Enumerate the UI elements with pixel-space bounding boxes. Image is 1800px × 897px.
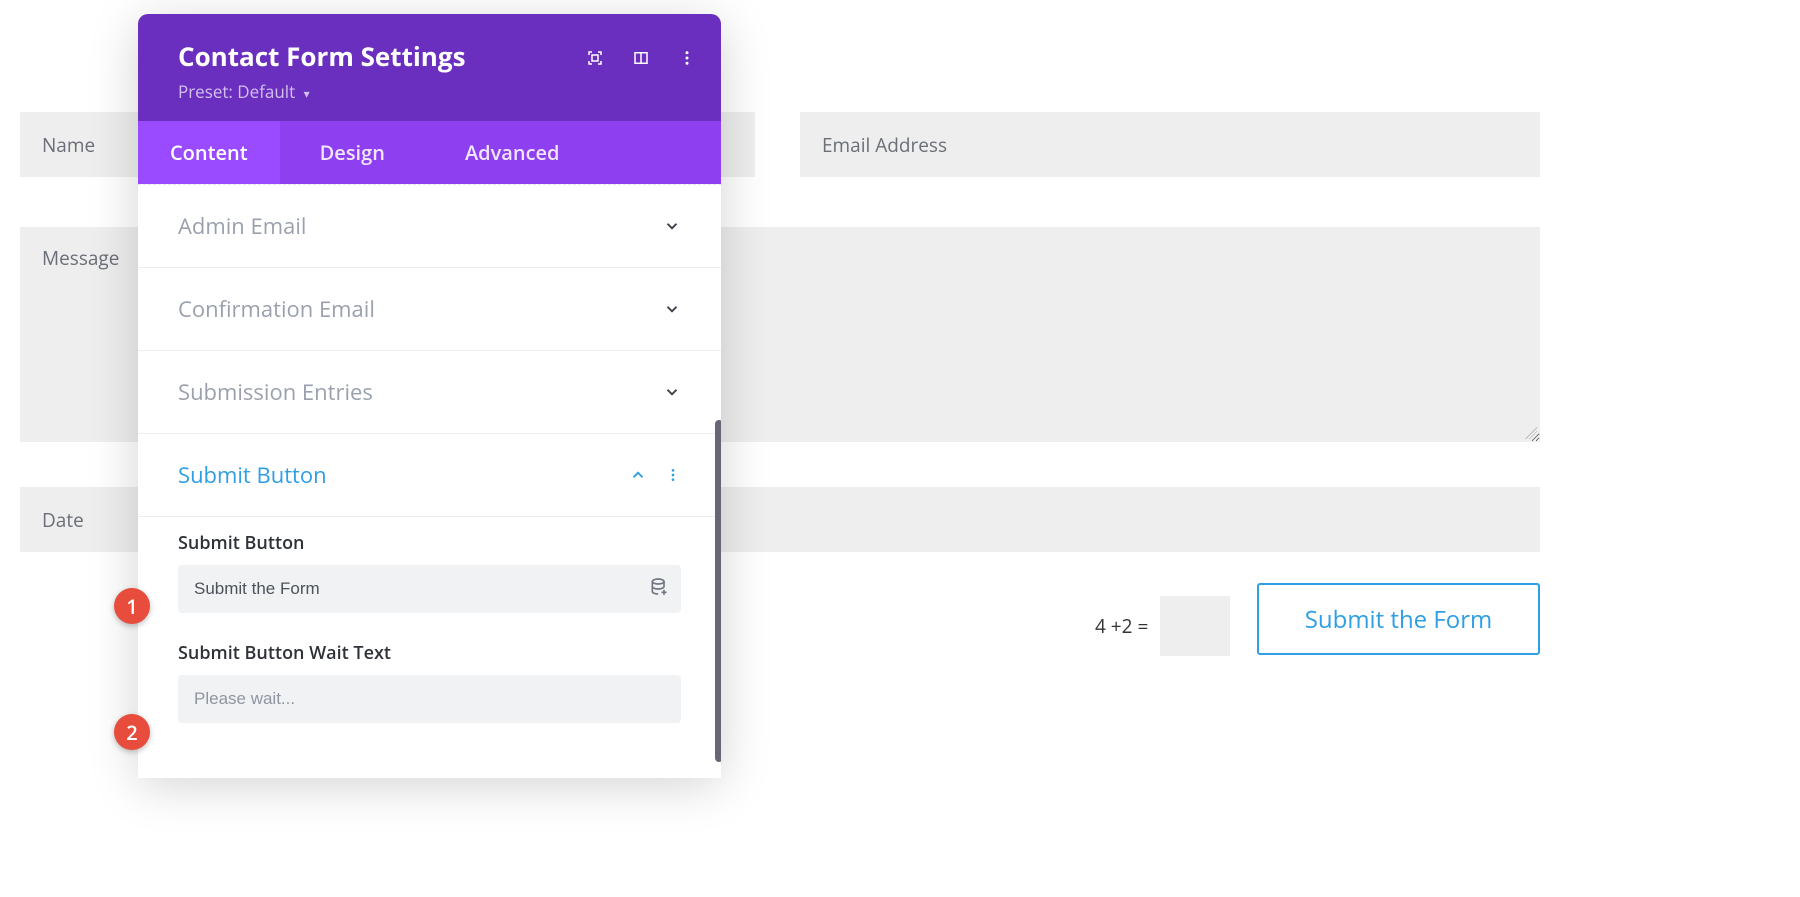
callout-1-number: 1 — [126, 593, 137, 620]
tab-advanced[interactable]: Advanced — [425, 121, 592, 184]
submit-button-fields: Submit Button Submit Button Wait Text — [138, 531, 721, 747]
expand-icon[interactable] — [585, 48, 605, 68]
chevron-up-icon — [629, 466, 647, 484]
section-confirmation-email-label: Confirmation Email — [178, 294, 375, 324]
more-vertical-icon[interactable] — [677, 48, 697, 68]
section-submit-button-label: Submit Button — [178, 460, 327, 490]
dynamic-content-icon[interactable] — [649, 577, 669, 602]
chevron-down-icon — [663, 300, 681, 318]
preset-label: Preset: Default — [178, 80, 295, 103]
chevron-down-icon — [663, 383, 681, 401]
tab-design[interactable]: Design — [280, 121, 425, 184]
panel-header: Contact Form Settings Preset: Default ▾ — [138, 14, 721, 121]
submit-button[interactable]: Submit the Form — [1257, 583, 1540, 655]
callout-2-number: 2 — [126, 719, 137, 746]
tab-advanced-label: Advanced — [465, 139, 560, 166]
date-placeholder: Date — [42, 507, 84, 533]
section-admin-email[interactable]: Admin Email — [138, 184, 721, 268]
email-placeholder: Email Address — [822, 132, 947, 158]
panel-body: Admin Email Confirmation Email Submissio… — [138, 184, 721, 778]
submit-button-text-input[interactable] — [178, 565, 681, 613]
preset-selector[interactable]: Preset: Default ▾ — [178, 80, 691, 103]
section-confirmation-email[interactable]: Confirmation Email — [138, 268, 721, 351]
email-field[interactable]: Email Address — [800, 112, 1540, 177]
captcha-text: 4 +2 = — [1095, 613, 1148, 639]
captcha-row: 4 +2 = — [1095, 596, 1230, 656]
submit-button-label: Submit the Form — [1305, 603, 1492, 636]
settings-panel: Contact Form Settings Preset: Default ▾ … — [138, 14, 721, 774]
caret-down-icon: ▾ — [304, 85, 310, 102]
tab-content[interactable]: Content — [138, 121, 280, 184]
tabs: Content Design Advanced — [138, 121, 721, 184]
section-submission-entries[interactable]: Submission Entries — [138, 351, 721, 434]
tab-design-label: Design — [320, 139, 385, 166]
section-submission-entries-label: Submission Entries — [178, 377, 373, 407]
captcha-input[interactable] — [1160, 596, 1230, 656]
callout-badge-1: 1 — [114, 588, 150, 624]
panel-scrollbar[interactable] — [715, 420, 721, 762]
columns-icon[interactable] — [631, 48, 651, 68]
more-vertical-icon[interactable] — [665, 467, 681, 483]
name-placeholder: Name — [42, 132, 95, 158]
section-admin-email-label: Admin Email — [178, 211, 306, 241]
submit-wait-field-label: Submit Button Wait Text — [178, 641, 681, 665]
submit-button-field-label: Submit Button — [178, 531, 681, 555]
message-placeholder: Message — [42, 245, 119, 271]
callout-badge-2: 2 — [114, 714, 150, 750]
chevron-down-icon — [663, 217, 681, 235]
tab-content-label: Content — [170, 139, 248, 166]
section-submit-button[interactable]: Submit Button — [138, 434, 721, 517]
submit-wait-text-input[interactable] — [178, 675, 681, 723]
